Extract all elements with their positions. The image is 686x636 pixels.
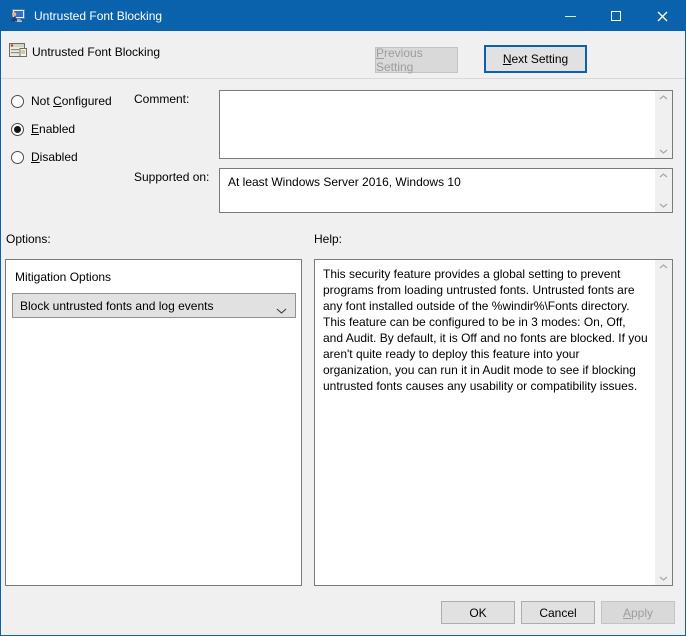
next-setting-label: Next Setting: [502, 52, 569, 66]
policy-setting-dialog: Untrusted Font Blocking Untrusted Font B…: [0, 0, 686, 636]
maximize-button[interactable]: [593, 1, 639, 31]
mitigation-dropdown-value: Block untrusted fonts and log events: [20, 298, 214, 313]
cancel-button[interactable]: Cancel: [521, 601, 595, 624]
window-titlebar: Untrusted Font Blocking: [1, 1, 685, 31]
radio-not-configured[interactable]: Not Configured: [11, 93, 112, 109]
supported-on-scrollbar[interactable]: [655, 169, 672, 212]
scroll-up-icon[interactable]: [659, 95, 668, 100]
ok-button[interactable]: OK: [441, 601, 515, 624]
radio-label-disabled: Disabled: [31, 150, 78, 164]
minimize-icon: [564, 15, 576, 17]
radio-enabled[interactable]: Enabled: [11, 121, 75, 137]
help-panel: This security feature provides a global …: [314, 259, 673, 586]
mitigation-options-label: Mitigation Options: [15, 270, 112, 284]
scroll-down-icon[interactable]: [659, 576, 668, 581]
group-policy-app-icon: [10, 8, 26, 24]
scroll-up-icon[interactable]: [659, 173, 668, 178]
previous-setting-label: Previous Setting: [376, 46, 423, 74]
comment-label: Comment:: [134, 92, 190, 106]
options-label: Options:: [6, 232, 51, 246]
previous-setting-button[interactable]: Previous Setting: [375, 46, 458, 74]
apply-label: Apply: [622, 605, 654, 620]
comment-textarea[interactable]: [219, 90, 673, 159]
cancel-label: Cancel: [539, 605, 577, 620]
radio-label-enabled: Enabled: [31, 122, 76, 136]
radio-label-not-configured: Not Configured: [31, 94, 112, 108]
scroll-up-icon[interactable]: [659, 264, 668, 269]
close-icon: [657, 11, 667, 21]
scroll-down-icon[interactable]: [659, 203, 668, 208]
supported-on-label: Supported on:: [134, 170, 210, 184]
apply-button[interactable]: Apply: [601, 601, 675, 624]
radio-disabled[interactable]: Disabled: [11, 149, 78, 165]
options-panel: Mitigation Options Block untrusted fonts…: [5, 259, 302, 586]
header-divider: [1, 78, 685, 79]
ok-label: OK: [469, 605, 487, 620]
policy-setting-icon: [9, 42, 27, 58]
minimize-button[interactable]: [547, 1, 593, 31]
supported-on-value: At least Windows Server 2016, Windows 10: [228, 175, 461, 189]
close-button[interactable]: [639, 1, 685, 31]
radio-circle-enabled[interactable]: [11, 122, 24, 136]
window-title: Untrusted Font Blocking: [34, 9, 163, 23]
scroll-down-icon[interactable]: [659, 149, 668, 154]
setting-title: Untrusted Font Blocking: [32, 45, 161, 59]
help-scrollbar[interactable]: [655, 260, 672, 585]
supported-on-box[interactable]: At least Windows Server 2016, Windows 10: [219, 168, 673, 213]
radio-circle-disabled[interactable]: [11, 150, 24, 164]
maximize-icon: [611, 11, 621, 21]
radio-circle-not-configured[interactable]: [11, 94, 24, 108]
help-text: This security feature provides a global …: [323, 267, 648, 393]
chevron-down-icon: [276, 303, 287, 317]
mitigation-options-dropdown[interactable]: Block untrusted fonts and log events: [12, 293, 296, 318]
comment-scrollbar[interactable]: [655, 91, 672, 158]
next-setting-button[interactable]: Next Setting: [484, 45, 587, 73]
help-label: Help:: [314, 232, 343, 246]
